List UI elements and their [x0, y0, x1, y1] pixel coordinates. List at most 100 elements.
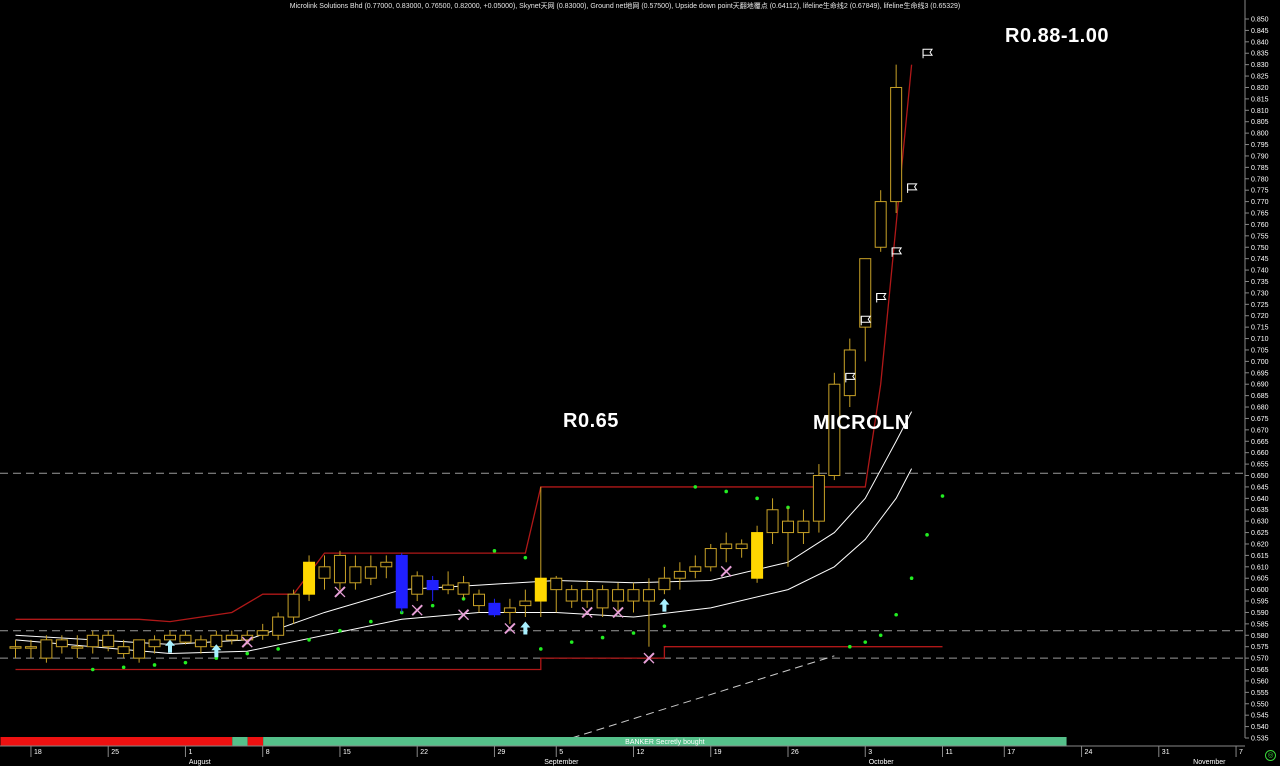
- price-tick-label: 0.610: [1251, 564, 1269, 571]
- date-tick-label: 11: [946, 749, 953, 756]
- price-tick-label: 0.710: [1251, 336, 1269, 343]
- sar-dot: [925, 533, 929, 537]
- banker-segment: [247, 737, 264, 746]
- lifeline-lower: [15, 468, 913, 655]
- price-tick-label: 0.675: [1251, 416, 1269, 423]
- candle-body: [349, 566, 362, 584]
- month-label: November: [1193, 759, 1226, 766]
- candle-body: [24, 646, 37, 649]
- candle-body: [612, 589, 625, 602]
- up-arrow-icon: [520, 621, 531, 635]
- price-tick-label: 0.715: [1251, 325, 1269, 332]
- candle-body: [735, 543, 748, 550]
- price-tick-label: 0.615: [1251, 553, 1269, 560]
- price-tick-label: 0.545: [1251, 713, 1269, 720]
- price-tick-label: 0.600: [1251, 587, 1269, 594]
- chart-header: Microlink Solutions Bhd (0.77000, 0.8300…: [289, 3, 961, 10]
- candle-body: [642, 589, 655, 602]
- sar-dot: [755, 496, 759, 501]
- sar-dot: [430, 603, 435, 608]
- candle-body: [565, 589, 578, 602]
- candle-body: [395, 554, 408, 609]
- sar-dot: [90, 667, 95, 672]
- flag-icon: [907, 183, 918, 193]
- candle-body: [581, 589, 594, 602]
- date-axis: 18 25 1 8 15 22 29 5 12 19 26 3 11 17 24 31 7August Septe…: [0, 737, 1245, 766]
- price-tick-label: 0.685: [1251, 393, 1269, 400]
- price-tick-label: 0.635: [1251, 507, 1269, 514]
- candle-body: [55, 639, 68, 648]
- price-tick-label: 0.735: [1251, 279, 1269, 286]
- sar-dot: [276, 647, 280, 651]
- candle-body: [40, 639, 53, 659]
- banker-bar-label: BANKER Secretly bought: [625, 739, 704, 746]
- date-tick-label: 12: [637, 749, 645, 756]
- candle-body: [473, 593, 485, 607]
- candle-body: [766, 509, 779, 534]
- price-tick-label: 0.655: [1251, 462, 1269, 469]
- sar-dot: [863, 640, 868, 644]
- flag-cloth: [922, 48, 933, 56]
- sar-dot: [693, 485, 698, 489]
- price-tick-label: 0.705: [1251, 347, 1269, 354]
- candle-body: [442, 584, 455, 591]
- price-tick-label: 0.555: [1251, 690, 1269, 697]
- date-tick-label: 8: [266, 749, 270, 756]
- price-tick-label: 0.570: [1251, 656, 1269, 663]
- price-tick-label: 0.770: [1251, 199, 1269, 206]
- price-tick-label: 0.730: [1251, 290, 1269, 297]
- price-tick-label: 0.700: [1251, 359, 1269, 366]
- circle-icon[interactable]: ◎: [1265, 750, 1276, 761]
- candle-body: [380, 561, 393, 568]
- candle-body: [179, 634, 192, 643]
- candle-body: [133, 639, 146, 659]
- flag-icon: [876, 292, 887, 303]
- sar-dot: [631, 631, 636, 635]
- candle-body: [194, 639, 207, 648]
- price-tick-label: 0.625: [1251, 530, 1269, 537]
- candle-body: [658, 577, 671, 591]
- price-tick-label: 0.665: [1251, 439, 1269, 446]
- price-tick-label: 0.720: [1251, 313, 1269, 320]
- candle-body: [86, 634, 99, 648]
- price-tick-label: 0.795: [1251, 142, 1269, 149]
- date-tick-label: 26: [791, 749, 799, 756]
- sar-dot: [909, 576, 914, 581]
- sar-dot: [894, 612, 898, 617]
- month-label: August: [189, 759, 211, 766]
- resistance-annotation: R0.65: [563, 410, 619, 432]
- price-tick-label: 0.540: [1251, 724, 1269, 731]
- date-tick-label: 24: [1085, 749, 1093, 756]
- price-tick-label: 0.780: [1251, 176, 1269, 183]
- sar-dot: [369, 619, 373, 624]
- candle-body: [704, 548, 717, 568]
- price-tick-label: 0.605: [1251, 576, 1269, 583]
- candle-body: [488, 602, 501, 616]
- candle-body: [71, 646, 84, 649]
- price-tick-label: 0.580: [1251, 633, 1269, 640]
- price-tick-label: 0.765: [1251, 211, 1269, 218]
- price-tick-label: 0.645: [1251, 484, 1269, 491]
- flag-cloth: [876, 292, 887, 300]
- date-tick-label: 25: [111, 749, 119, 756]
- price-chart[interactable]: 0.850 0.845 0.840 0.835 0.830 0.825 0.820 0.815…: [0, 0, 1280, 766]
- price-tick-label: 0.650: [1251, 473, 1269, 480]
- candle-body: [519, 600, 532, 607]
- candle-body: [843, 349, 856, 397]
- candle-body: [534, 577, 547, 602]
- price-tick-label: 0.550: [1251, 701, 1269, 708]
- sar-dot: [724, 489, 728, 494]
- candle-body: [272, 616, 285, 636]
- month-label: September: [544, 759, 579, 766]
- price-tick-label: 0.755: [1251, 233, 1269, 240]
- price-tick-label: 0.680: [1251, 405, 1269, 412]
- sar-dot: [183, 660, 188, 665]
- candle-body: [457, 582, 470, 595]
- sar-dot: [878, 633, 883, 638]
- price-tick-label: 0.565: [1251, 667, 1269, 674]
- price-tick-label: 0.585: [1251, 621, 1269, 628]
- price-tick-label: 0.775: [1251, 188, 1269, 195]
- flag-icon: [922, 48, 933, 59]
- candle-body: [411, 575, 424, 595]
- candle-body: [287, 593, 300, 618]
